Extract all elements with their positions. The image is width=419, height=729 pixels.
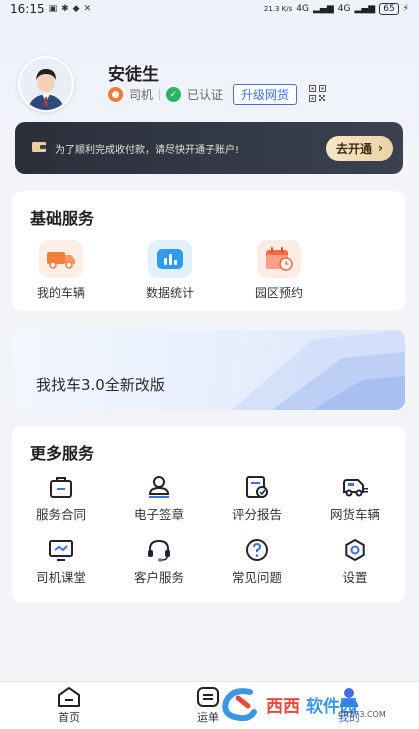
service-label: 数据统计 xyxy=(145,286,194,300)
grid-item-driver-class[interactable]: 司机课堂 xyxy=(13,537,109,586)
certified-check-icon: ✓ xyxy=(166,87,182,102)
location-icon: ◆ xyxy=(72,4,80,14)
grid-label: 网货车辆 xyxy=(329,507,380,522)
promo-graphic xyxy=(232,330,405,410)
certified-label: 已认证 xyxy=(187,88,224,102)
service-label: 园区预约 xyxy=(254,286,303,300)
status-bar: 16:15 ▣ ✱ ◆ ✕ 21.3 K/s 4G ▂▄▆ 4G ▂▄▆ 65 … xyxy=(0,0,419,18)
nav-home[interactable]: 首页 xyxy=(29,686,109,725)
truck-icon xyxy=(39,240,83,278)
briefcase-icon xyxy=(50,477,72,498)
battery-indicator: 65 xyxy=(379,3,399,15)
signal-icon: ▂▄▆ xyxy=(312,4,334,14)
open-account-button[interactable]: 去开通 › xyxy=(326,135,393,161)
upgrade-button[interactable]: 升级网货 xyxy=(233,84,298,105)
question-icon xyxy=(246,539,268,561)
grid-label: 设置 xyxy=(342,570,368,585)
service-label: 我的车辆 xyxy=(36,286,85,300)
promo-banner[interactable]: 我找车3.0全新改版 xyxy=(12,330,405,410)
profile-tags: ● 司机 ✓ 已认证 升级网货 xyxy=(108,84,327,105)
nav-label: 首页 xyxy=(58,711,80,724)
status-time: 16:15 xyxy=(10,2,45,16)
grid-label: 常见问题 xyxy=(231,570,282,585)
watermark-text-a: 西西 xyxy=(266,696,300,717)
grid-item-e-signature[interactable]: 电子签章 xyxy=(111,474,207,523)
grid-item-faq[interactable]: 常见问题 xyxy=(209,537,305,586)
van-icon xyxy=(343,479,368,497)
grid-label: 司机课堂 xyxy=(35,570,86,585)
network-speed: 21.3 K/s xyxy=(263,5,293,13)
mute-icon: ✕ xyxy=(83,4,92,14)
more-services-title: 更多服务 xyxy=(30,444,95,463)
bluetooth-icon: ✱ xyxy=(61,4,69,14)
grid-label: 客户服务 xyxy=(133,570,184,585)
grid-item-settings[interactable]: 设置 xyxy=(307,537,403,586)
chevron-right-icon: › xyxy=(378,141,383,155)
charging-icon: ⚡ xyxy=(402,4,409,14)
profile-name: 安徒生 xyxy=(108,65,159,85)
nav-label: 运单 xyxy=(197,711,219,724)
avatar-image xyxy=(20,58,72,110)
gear-icon xyxy=(345,538,365,562)
service-my-vehicles[interactable]: 我的车辆 xyxy=(16,240,106,301)
report-icon xyxy=(246,476,268,498)
stamp-icon xyxy=(148,476,170,498)
promo-text: 我找车3.0全新改版 xyxy=(36,376,165,394)
network-4g-label-2: 4G xyxy=(337,4,351,14)
grid-label: 电子签章 xyxy=(133,507,184,522)
divider xyxy=(159,89,161,100)
grid-item-network-freight-vehicles[interactable]: 网货车辆 xyxy=(307,474,403,523)
sub-account-banner[interactable]: 为了顺利完成收付款，请尽快开通子账户! 去开通 › xyxy=(15,122,403,174)
waybill-icon xyxy=(197,687,219,707)
headset-icon xyxy=(148,539,170,562)
banner-text: 为了顺利完成收付款，请尽快开通子账户! xyxy=(55,144,240,156)
watermark: 西西 软件园 CR173.COM xyxy=(220,684,410,724)
grid-item-service-contract[interactable]: 服务合同 xyxy=(13,474,109,523)
role-label: 司机 xyxy=(129,88,154,102)
more-services-card: 更多服务 服务合同 电子签章 评分报告 网货车辆 司机课堂 客户服务 常见问题 … xyxy=(12,426,405,602)
service-data-statistics[interactable]: 数据统计 xyxy=(125,240,215,301)
grid-label: 评分报告 xyxy=(231,507,282,522)
grid-item-score-report[interactable]: 评分报告 xyxy=(209,474,305,523)
basic-services-title: 基础服务 xyxy=(30,209,95,228)
home-icon xyxy=(58,687,80,707)
open-account-label: 去开通 xyxy=(336,141,373,156)
video-screen-icon xyxy=(49,540,73,561)
grid-item-customer-service[interactable]: 客户服务 xyxy=(111,537,207,586)
qr-code-icon[interactable] xyxy=(309,84,327,105)
signal-icon-2: ▂▄▆ xyxy=(354,4,376,14)
calendar-clock-icon xyxy=(257,240,301,278)
watermark-url: CR173.COM xyxy=(338,710,386,719)
watermark-logo-icon xyxy=(222,688,257,722)
basic-services-card: 基础服务 我的车辆 数据统计 园区预约 xyxy=(12,191,405,311)
grid-label: 服务合同 xyxy=(35,507,86,522)
driver-icon: ● xyxy=(108,87,123,102)
network-4g-label: 4G xyxy=(296,4,309,14)
avatar[interactable] xyxy=(18,56,74,112)
message-icon: ▣ xyxy=(48,4,58,14)
header-background xyxy=(0,0,419,220)
service-park-booking[interactable]: 园区预约 xyxy=(234,240,324,301)
bar-chart-icon xyxy=(148,240,192,278)
wallet-icon xyxy=(31,139,47,158)
